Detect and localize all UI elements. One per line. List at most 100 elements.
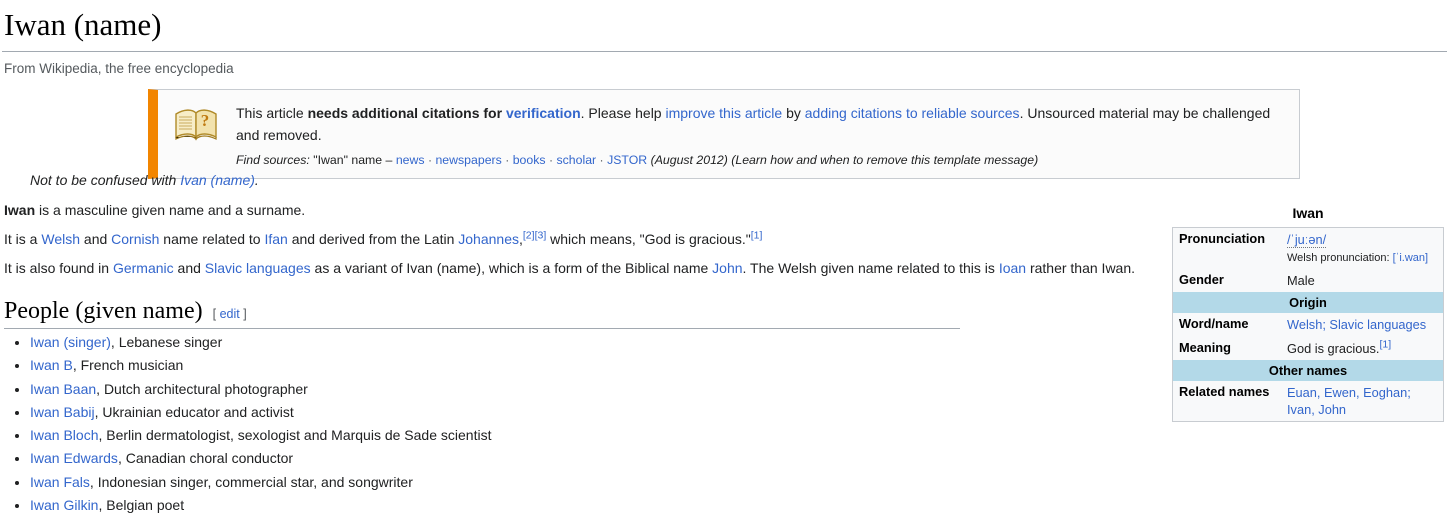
person-link[interactable]: Iwan Fals	[30, 474, 90, 490]
germanic-link[interactable]: Germanic	[113, 260, 174, 276]
svg-text:?: ?	[201, 111, 210, 130]
lead-text-1: is a masculine given name and a surname.	[35, 202, 306, 218]
ivan-name-plain: Ivan (name)	[406, 260, 482, 276]
remove-template-note: (Learn how and when to remove this templ…	[731, 153, 1039, 168]
welsh-pronunciation-ipa[interactable]: [ˈi.wan]	[1393, 252, 1428, 264]
edit-bracket-close: ]	[243, 307, 247, 321]
lead-paragraph-1: Iwan is a masculine given name and a sur…	[4, 199, 305, 221]
related-names-line-1[interactable]: Euan, Ewen, Eoghan;	[1287, 385, 1411, 400]
section-divider	[4, 328, 960, 329]
infobox-table: Pronunciation /ˈjuːən/ Welsh pronunciati…	[1172, 227, 1444, 423]
infobox-row-related-names: Related names Euan, Ewen, Eoghan; Ivan, …	[1173, 381, 1444, 422]
pronunciation-ipa[interactable]: /ˈjuːən/	[1287, 232, 1327, 248]
list-item: Iwan Baan, Dutch architectural photograp…	[30, 378, 491, 401]
ivan-name-link[interactable]: Ivan (name)	[180, 172, 255, 188]
p2-text-4: and derived from the Latin	[287, 231, 459, 247]
person-description: , Ukrainian educator and activist	[94, 403, 294, 420]
notice-main-text: This article needs additional citations …	[236, 103, 1291, 146]
find-sources-dash: –	[385, 153, 393, 168]
edit-section-link[interactable]: [ edit ]	[213, 307, 247, 321]
person-link[interactable]: Iwan Gilkin	[30, 497, 98, 513]
hatnote: Not to be confused with Ivan (name).	[30, 172, 259, 188]
list-item: Iwan Bloch, Berlin dermatologist, sexolo…	[30, 424, 491, 447]
citation-notice: ? This article needs additional citation…	[148, 89, 1300, 180]
cornish-link[interactable]: Cornish	[111, 231, 159, 247]
person-link[interactable]: Iwan Babij	[30, 404, 95, 420]
person-description: , Canadian choral conductor	[117, 450, 294, 467]
p2-text-1: It is a	[4, 231, 42, 247]
p3-text-1: It is also found in	[4, 260, 113, 276]
person-link[interactable]: Iwan B	[30, 357, 73, 373]
source-link-books[interactable]: books	[513, 153, 546, 167]
add-citations-link[interactable]: adding citations to reliable sources	[805, 105, 1020, 121]
person-description: , Belgian poet	[98, 497, 185, 514]
welsh-link[interactable]: Welsh	[41, 231, 80, 247]
improve-article-link[interactable]: improve this article	[665, 105, 782, 121]
section-heading-people: People (given name) [ edit ]	[4, 298, 960, 329]
find-sources-query: "Iwan" name	[313, 153, 383, 168]
person-description: , Lebanese singer	[110, 334, 223, 350]
ifan-link[interactable]: Ifan	[264, 231, 287, 247]
page-title: Iwan (name)	[4, 7, 162, 42]
word-name-value[interactable]: Welsh; Slavic languages	[1287, 317, 1426, 332]
reference-3[interactable]: [3]	[535, 229, 547, 241]
source-link-news[interactable]: news	[396, 153, 425, 167]
johannes-link[interactable]: Johannes	[458, 231, 519, 247]
verification-link[interactable]: verification	[506, 105, 581, 121]
ioan-link[interactable]: Ioan	[999, 260, 1026, 276]
person-link[interactable]: Iwan Bloch	[30, 427, 98, 443]
related-names-line-2[interactable]: Ivan, John	[1287, 402, 1346, 417]
site-tagline: From Wikipedia, the free encyclopedia	[4, 60, 234, 76]
pronunciation-value: /ˈjuːən/ Welsh pronunciation: [ˈi.wan]	[1283, 228, 1444, 270]
p3-text-5: . The Welsh given name related to this i…	[742, 260, 999, 276]
meaning-value: God is gracious.	[1287, 340, 1380, 356]
list-item: Iwan Fals, Indonesian singer, commercial…	[30, 471, 491, 494]
origin-header: Origin	[1172, 292, 1444, 314]
edit-label[interactable]: edit	[220, 307, 240, 321]
lead-paragraph-3: It is also found in Germanic and Slavic …	[4, 257, 1135, 279]
subject-name-bold: Iwan	[4, 202, 36, 218]
john-link[interactable]: John	[712, 260, 742, 276]
notice-text-3: by	[782, 105, 805, 121]
list-item: Iwan (singer), Lebanese singer	[30, 331, 491, 354]
source-link-scholar[interactable]: scholar	[556, 153, 596, 167]
people-given-name-list: Iwan (singer), Lebanese singer Iwan B, F…	[4, 331, 491, 517]
infobox-section-origin: Origin	[1172, 292, 1444, 314]
other-names-header: Other names	[1172, 359, 1444, 381]
person-link[interactable]: Iwan Edwards	[30, 450, 118, 466]
find-sources-label: Find sources:	[236, 153, 310, 168]
person-link[interactable]: Iwan Baan	[30, 381, 96, 397]
pronunciation-label: Pronunciation	[1179, 231, 1266, 246]
notice-text-1: This article	[236, 105, 308, 121]
slavic-languages-link[interactable]: Slavic languages	[205, 260, 311, 276]
list-item: Iwan B, French musician	[30, 354, 491, 377]
person-description: , Berlin dermatologist, sexologist and M…	[98, 427, 492, 444]
infobox-given-name: Iwan Pronunciation /ˈjuːən/ Welsh pronun…	[1172, 205, 1444, 423]
source-link-jstor[interactable]: JSTOR	[607, 153, 647, 167]
related-names-label: Related names	[1179, 383, 1270, 399]
meaning-label: Meaning	[1179, 339, 1231, 355]
find-sources-line: Find sources: "Iwan" name – news · newsp…	[236, 153, 1039, 168]
p2-text-2: and	[80, 231, 112, 247]
list-item: Iwan Babij, Ukrainian educator and activ…	[30, 401, 491, 424]
person-description: , Dutch architectural photographer	[96, 380, 308, 397]
person-link[interactable]: Iwan (singer)	[30, 334, 111, 350]
word-name-label: Word/name	[1179, 316, 1249, 332]
edit-bracket-open: [	[212, 307, 217, 321]
list-item: Iwan Gilkin, Belgian poet	[30, 494, 491, 517]
gender-label: Gender	[1179, 272, 1224, 288]
welsh-pronunciation-label: Welsh pronunciation:	[1287, 252, 1390, 265]
section-title: People (given name)	[4, 298, 203, 324]
reference-1[interactable]: [1]	[751, 229, 763, 241]
p3-text-4: , which is a form of the Biblical name	[481, 260, 713, 276]
infobox-row-gender: Gender Male	[1173, 269, 1444, 292]
p3-text-6: rather than Iwan.	[1026, 260, 1136, 276]
meaning-reference[interactable]: [1]	[1379, 338, 1391, 350]
source-link-newspapers[interactable]: newspapers	[435, 153, 501, 167]
hatnote-suffix: .	[254, 172, 259, 188]
open-book-question-icon: ?	[166, 96, 232, 145]
p3-text-2: and	[173, 260, 205, 276]
welsh-pronunciation-row: Welsh pronunciation: [ˈi.wan]	[1287, 251, 1437, 266]
infobox-row-word-name: Word/name Welsh; Slavic languages	[1173, 313, 1444, 336]
reference-2[interactable]: [2]	[523, 229, 535, 241]
